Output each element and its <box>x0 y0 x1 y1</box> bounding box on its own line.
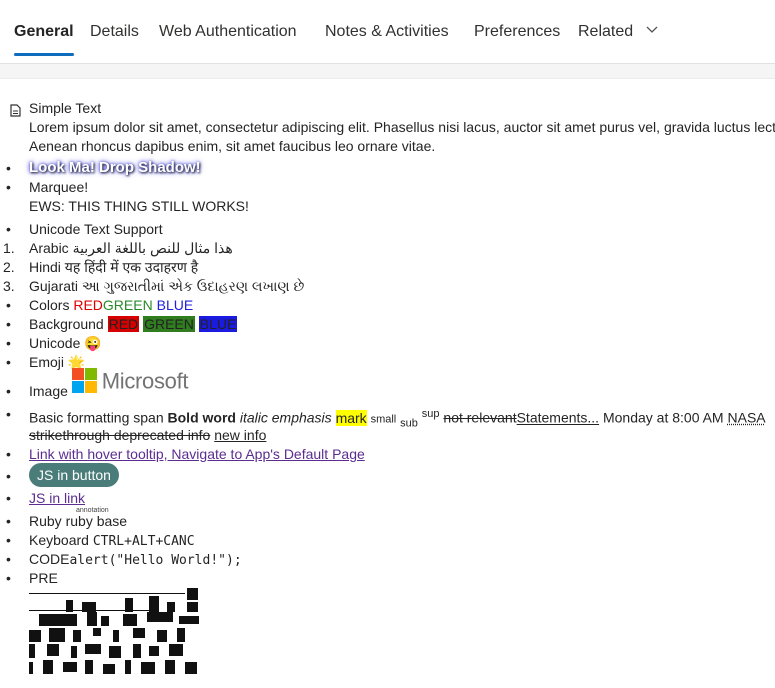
sub-text: sub <box>400 417 418 430</box>
chevron-down-icon <box>646 0 658 61</box>
unicode-support-heading: Unicode Text Support <box>29 221 163 237</box>
hover-tooltip-link[interactable]: Link with hover tooltip, Navigate to App… <box>29 445 365 464</box>
tab-related[interactable]: Related <box>578 0 658 63</box>
bullet: • <box>6 335 11 351</box>
js-button-row: JS in button <box>29 463 119 487</box>
bullet: • <box>6 221 11 237</box>
bullet: • <box>6 160 11 176</box>
colors-label: Colors <box>29 297 70 313</box>
list-number: 2. <box>3 259 15 275</box>
bullet: • <box>6 468 11 484</box>
bullet: • <box>6 570 11 586</box>
bullet: • <box>6 513 11 529</box>
not-relevant-text: not relevant <box>443 409 517 426</box>
bullet: • <box>6 446 11 462</box>
ruby-row: Ruby ruby base annotation <box>29 507 127 531</box>
colors-row: Colors REDGREEN BLUE <box>29 296 193 315</box>
tab-details[interactable]: Details <box>90 0 139 63</box>
bullet: • <box>6 490 11 506</box>
microsoft-logo-icon <box>71 368 97 393</box>
color-green: GREEN <box>102 297 153 313</box>
bullet: • <box>6 297 11 313</box>
background-red: RED <box>107 316 140 332</box>
tab-related-label: Related <box>578 23 634 40</box>
language-arabic: Arabic هذا مثال للنص باللغة العربية <box>29 239 233 258</box>
ruby-label: Ruby <box>29 513 62 529</box>
tab-general[interactable]: General <box>14 0 74 63</box>
bullet: • <box>6 532 11 548</box>
bullet: • <box>6 316 11 332</box>
color-blue: BLUE <box>156 297 194 313</box>
statements-text: Statements... <box>516 409 600 426</box>
bold-word: Bold word <box>167 409 236 426</box>
language-name: Arabic <box>29 240 69 256</box>
document-icon <box>10 103 21 122</box>
language-sample: यह हिंदी में एक उदाहरण है <box>64 259 199 275</box>
marquee-text: EWS: THIS THING STILL WORKS! <box>29 198 249 214</box>
time-text: Monday at 8:00 AM <box>602 409 724 426</box>
unicode-label: Unicode <box>29 335 81 351</box>
tab-preferences[interactable]: Preferences <box>474 0 560 63</box>
language-gujarati: Gujarati આ ગુજરાતીમાં એક ઉદાહરણ લખાણ છે <box>29 277 304 296</box>
color-red: RED <box>73 297 103 313</box>
code-snippet: alert("Hello World!"); <box>69 553 242 568</box>
simple-text-heading: Simple Text <box>29 100 102 116</box>
keyboard-keys: CTRL+ALT+CANC <box>92 534 195 549</box>
marquee-label: Marquee! <box>29 179 89 195</box>
background-row: Background RED GREEN BLUE <box>29 315 238 334</box>
italic-emphasis: italic emphasis <box>239 409 332 426</box>
drop-shadow-text: Look Ma! Drop Shadow! <box>29 159 201 176</box>
tab-bar: General Details Web Authentication Notes… <box>0 0 775 64</box>
keyboard-row: Keyboard CTRL+ALT+CANC <box>29 531 195 551</box>
microsoft-logo: Microsoft <box>71 368 189 394</box>
unicode-row: Unicode 😜 <box>29 334 102 353</box>
nasa-abbr: NASA <box>727 409 766 426</box>
list-number: 1. <box>3 240 15 256</box>
background-green: GREEN <box>143 316 195 332</box>
strikethrough-text: strikethrough deprecated info <box>29 427 211 443</box>
bullet: • <box>6 383 11 399</box>
sup-text: sup <box>421 408 440 420</box>
js-in-button[interactable]: JS in button <box>29 463 119 487</box>
simple-text-line-1: Lorem ipsum dolor sit amet, consectetur … <box>29 119 775 135</box>
tab-web-authentication[interactable]: Web Authentication <box>159 0 297 63</box>
microsoft-logo-text: Microsoft <box>101 368 189 394</box>
language-sample: هذا مثال للنص باللغة العربية <box>72 240 233 256</box>
keyboard-label: Keyboard <box>29 532 89 548</box>
language-name: Gujarati <box>29 278 79 294</box>
image-row: Image Microsoft <box>29 368 189 399</box>
background-label: Background <box>29 316 104 332</box>
mark-text: mark <box>335 409 367 426</box>
list-number: 3. <box>3 278 15 294</box>
code-label: CODE <box>29 551 70 567</box>
header-band <box>0 64 775 79</box>
background-blue: BLUE <box>198 316 238 332</box>
language-name: Hindi <box>29 259 61 275</box>
bullet: • <box>6 551 11 567</box>
image-label: Image <box>29 383 68 399</box>
language-sample: આ ગુજરાતીમાં એક ઉદાહરણ લખાણ છે <box>81 278 305 294</box>
language-hindi: Hindi यह हिंदी में एक उदाहरण है <box>29 258 198 277</box>
new-info-text: new info <box>214 427 267 443</box>
formatting-label: Basic formatting span <box>29 409 164 426</box>
code-row: CODEalert("Hello World!"); <box>29 550 242 570</box>
tab-notes-activities[interactable]: Notes & Activities <box>325 0 449 63</box>
pre-ascii-art <box>29 588 199 674</box>
bullet: • <box>6 179 11 195</box>
bullet: • <box>6 354 11 370</box>
bullet: • <box>6 406 11 422</box>
small-text: small <box>370 413 397 426</box>
formatting-row-2: strikethrough deprecated info new info <box>29 426 266 445</box>
winking-face-icon: 😜 <box>84 335 102 351</box>
simple-text-line-2: Aenean rhoncus dapibus enim, sit amet fa… <box>29 138 436 154</box>
ruby-annotation: annotation <box>76 507 109 514</box>
